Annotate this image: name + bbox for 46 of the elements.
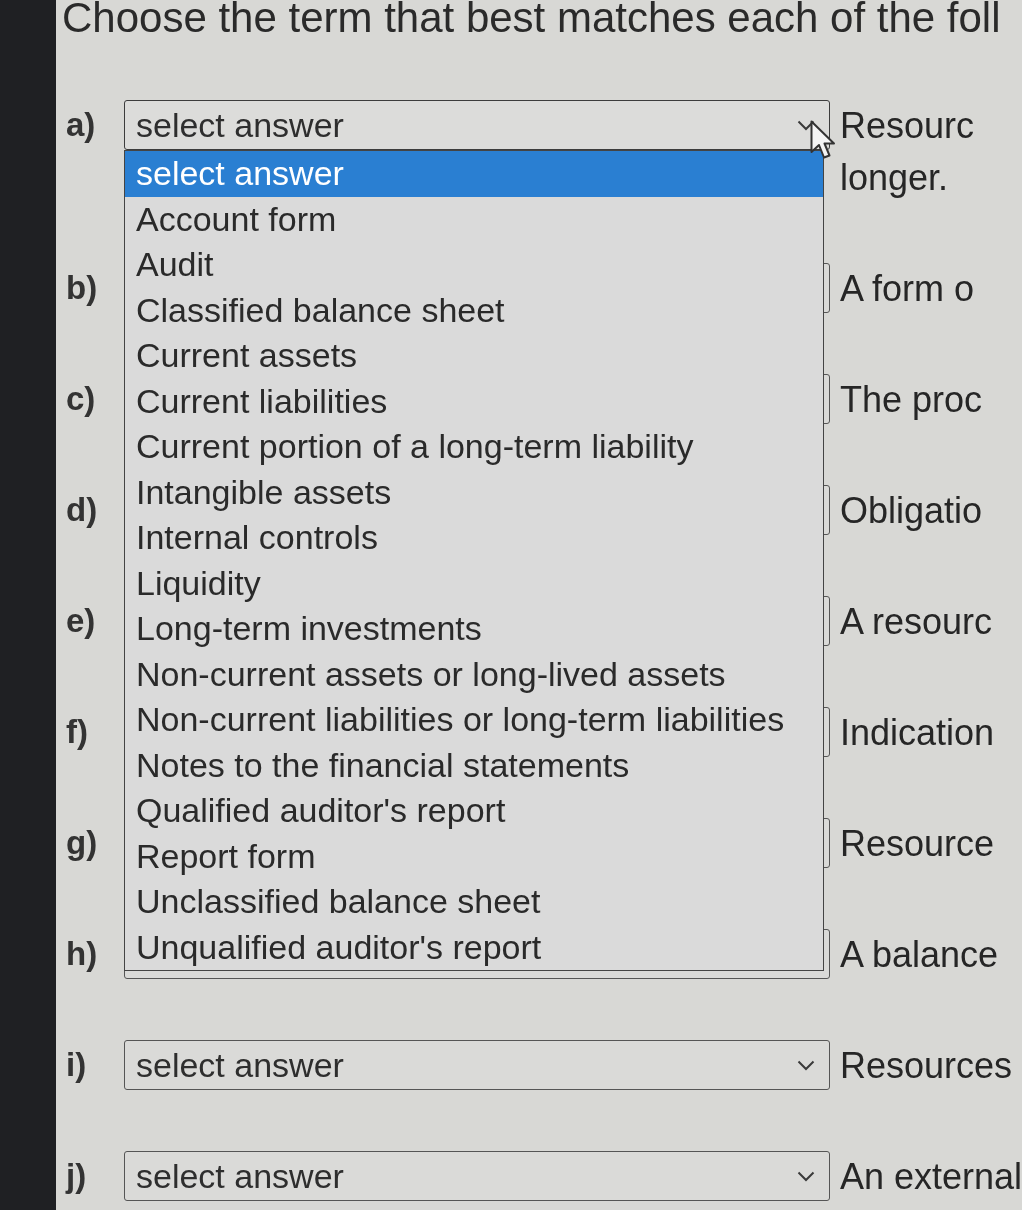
dropdown-option[interactable]: Non-current assets or long-lived assets bbox=[125, 651, 823, 697]
term-description: Resource bbox=[840, 822, 995, 866]
item-letter: b) bbox=[65, 268, 98, 308]
answer-select[interactable]: select answer bbox=[124, 100, 830, 150]
dropdown-option[interactable]: Classified balance sheet bbox=[125, 287, 823, 333]
term-description: A resourc bbox=[840, 600, 993, 644]
answer-select[interactable]: select answer bbox=[124, 1040, 830, 1090]
item-letter: d) bbox=[65, 490, 98, 530]
chevron-down-icon bbox=[797, 1170, 815, 1182]
term-description: Resourc longer. bbox=[840, 104, 975, 200]
term-description: Obligatio bbox=[840, 489, 983, 533]
dropdown-option[interactable]: Intangible assets bbox=[125, 469, 823, 515]
dropdown-option[interactable]: Report form bbox=[125, 833, 823, 879]
term-description: Resources bbox=[840, 1044, 1013, 1088]
dropdown-option[interactable]: Qualified auditor's report bbox=[125, 788, 823, 834]
term-description: A form o bbox=[840, 267, 975, 311]
dropdown-option[interactable]: Liquidity bbox=[125, 560, 823, 606]
dropdown-option[interactable]: Account form bbox=[125, 196, 823, 242]
dropdown-option[interactable]: Long-term investments bbox=[125, 606, 823, 652]
dropdown-option[interactable]: Notes to the financial statements bbox=[125, 742, 823, 788]
item-letter: c) bbox=[65, 379, 96, 419]
term-description: The proc bbox=[840, 378, 983, 422]
chevron-down-icon bbox=[797, 1059, 815, 1071]
dropdown-option[interactable]: select answer bbox=[125, 151, 823, 197]
item-letter: h) bbox=[65, 934, 98, 974]
dropdown-option[interactable]: Current liabilities bbox=[125, 378, 823, 424]
answer-select[interactable]: select answer bbox=[124, 1151, 830, 1201]
term-description: Indication bbox=[840, 711, 995, 755]
mouse-pointer-icon bbox=[810, 120, 836, 160]
dropdown-option[interactable]: Internal controls bbox=[125, 515, 823, 561]
dropdown-option[interactable]: Current portion of a long-term liability bbox=[125, 424, 823, 470]
dropdown-option[interactable]: Unclassified balance sheet bbox=[125, 879, 823, 925]
item-letter: j) bbox=[64, 1156, 87, 1196]
term-description: An external bbox=[840, 1155, 1022, 1199]
item-letter: e) bbox=[65, 601, 96, 641]
term-description: A balance bbox=[840, 933, 999, 977]
question-title: Choose the term that best matches each of the foll bbox=[62, 0, 1001, 39]
dropdown-option[interactable]: Audit bbox=[125, 242, 823, 288]
dropdown-option[interactable]: Non-current liabilities or long-term liabilities bbox=[125, 697, 823, 743]
item-letter: a) bbox=[65, 105, 96, 145]
chevron-down-icon bbox=[797, 119, 815, 131]
dropdown-option[interactable]: Unqualified auditor's report bbox=[125, 924, 823, 970]
item-letter: f) bbox=[65, 712, 88, 752]
item-letter: g) bbox=[65, 823, 98, 863]
dropdown-option[interactable]: Current assets bbox=[125, 333, 823, 379]
item-letter: i) bbox=[65, 1045, 87, 1085]
